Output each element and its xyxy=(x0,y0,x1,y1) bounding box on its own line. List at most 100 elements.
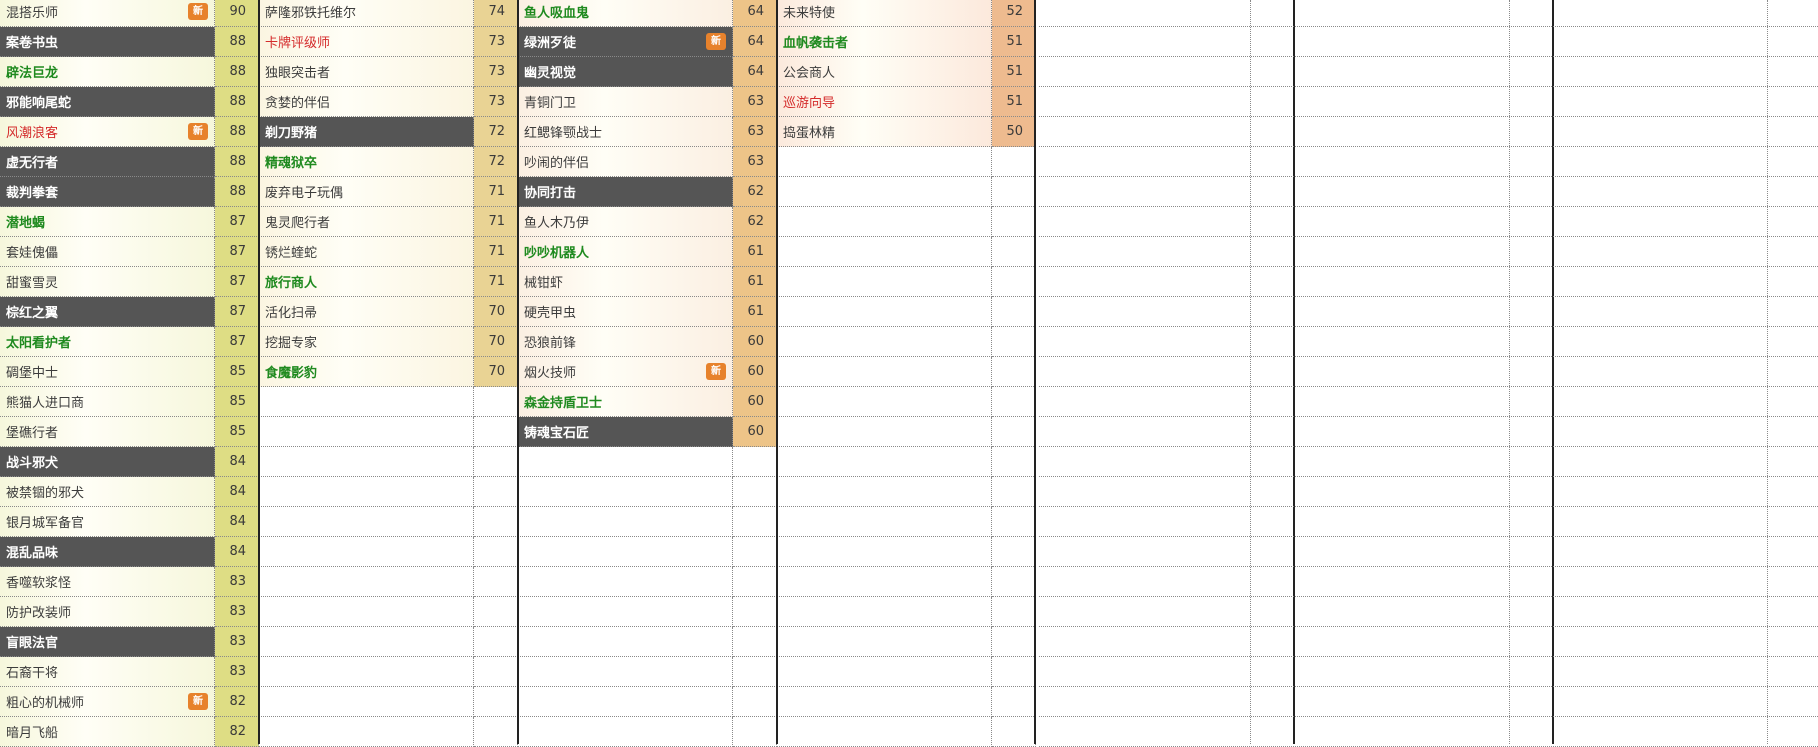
card-name-cell[interactable]: 剃刀野猪 xyxy=(259,117,474,147)
card-name-cell[interactable]: 吵吵机器人 xyxy=(518,237,733,267)
card-score-cell[interactable]: 70 xyxy=(474,297,518,327)
card-name-cell[interactable]: 邪能响尾蛇 xyxy=(0,87,215,117)
empty-cell[interactable] xyxy=(474,537,518,567)
empty-cell[interactable] xyxy=(992,417,1036,447)
empty-cell[interactable] xyxy=(992,177,1036,207)
card-score-cell[interactable]: 87 xyxy=(215,207,259,237)
card-score-cell[interactable]: 87 xyxy=(215,297,259,327)
empty-cell[interactable] xyxy=(733,537,777,567)
empty-cell[interactable] xyxy=(733,597,777,627)
empty-cell[interactable] xyxy=(777,207,992,237)
card-name-cell[interactable]: 旅行商人 xyxy=(259,267,474,297)
card-score-cell[interactable]: 84 xyxy=(215,507,259,537)
card-name-cell[interactable]: 裁判拳套 xyxy=(0,177,215,207)
card-score-cell[interactable]: 85 xyxy=(215,417,259,447)
empty-cell[interactable] xyxy=(259,567,474,597)
card-name-cell[interactable]: 香噬软浆怪 xyxy=(0,567,215,597)
card-name-cell[interactable]: 精魂狱卒 xyxy=(259,147,474,177)
card-score-cell[interactable]: 83 xyxy=(215,657,259,687)
card-name-cell[interactable]: 血帆袭击者 xyxy=(777,27,992,57)
card-score-cell[interactable]: 51 xyxy=(992,57,1036,87)
card-name-cell[interactable]: 捣蛋林精 xyxy=(777,117,992,147)
empty-cell[interactable] xyxy=(733,567,777,597)
card-score-cell[interactable]: 70 xyxy=(474,357,518,387)
empty-cell[interactable] xyxy=(777,177,992,207)
empty-cell[interactable] xyxy=(992,597,1036,627)
card-score-cell[interactable]: 60 xyxy=(733,387,777,417)
card-name-cell[interactable]: 暗月飞船 xyxy=(0,717,215,747)
card-name-cell[interactable]: 风潮浪客 新 xyxy=(0,117,215,147)
card-score-cell[interactable]: 82 xyxy=(215,717,259,747)
card-name-cell[interactable]: 绿洲歹徒 新 xyxy=(518,27,733,57)
empty-cell[interactable] xyxy=(777,507,992,537)
card-name-cell[interactable]: 恐狼前锋 xyxy=(518,327,733,357)
card-name-cell[interactable]: 森金持盾卫士 xyxy=(518,387,733,417)
card-score-cell[interactable]: 74 xyxy=(474,0,518,27)
card-score-cell[interactable]: 63 xyxy=(733,117,777,147)
card-score-cell[interactable]: 87 xyxy=(215,237,259,267)
card-score-cell[interactable]: 88 xyxy=(215,87,259,117)
empty-cell[interactable] xyxy=(733,477,777,507)
card-score-cell[interactable]: 83 xyxy=(215,567,259,597)
empty-cell[interactable] xyxy=(777,597,992,627)
card-name-cell[interactable]: 械钳虾 xyxy=(518,267,733,297)
card-score-cell[interactable]: 71 xyxy=(474,267,518,297)
card-name-cell[interactable]: 萨隆邪铁托维尔 xyxy=(259,0,474,27)
card-score-cell[interactable]: 61 xyxy=(733,237,777,267)
empty-cell[interactable] xyxy=(777,327,992,357)
card-score-cell[interactable]: 63 xyxy=(733,147,777,177)
card-score-cell[interactable]: 52 xyxy=(992,0,1036,27)
empty-cell[interactable] xyxy=(259,537,474,567)
empty-cell[interactable] xyxy=(474,477,518,507)
card-name-cell[interactable]: 混乱品味 xyxy=(0,537,215,567)
empty-cell[interactable] xyxy=(777,477,992,507)
card-name-cell[interactable]: 锈烂蝰蛇 xyxy=(259,237,474,267)
card-name-cell[interactable]: 烟火技师 新 xyxy=(518,357,733,387)
empty-cell[interactable] xyxy=(777,297,992,327)
empty-cell[interactable] xyxy=(992,507,1036,537)
card-name-cell[interactable]: 铸魂宝石匠 xyxy=(518,417,733,447)
empty-cell[interactable] xyxy=(777,357,992,387)
empty-cell[interactable] xyxy=(777,627,992,657)
empty-cell[interactable] xyxy=(992,237,1036,267)
empty-cell[interactable] xyxy=(518,477,733,507)
card-name-cell[interactable]: 公会商人 xyxy=(777,57,992,87)
card-name-cell[interactable]: 混搭乐师 新 xyxy=(0,0,215,27)
card-score-cell[interactable]: 82 xyxy=(215,687,259,717)
card-name-cell[interactable]: 红鳃锋颚战士 xyxy=(518,117,733,147)
empty-cell[interactable] xyxy=(518,597,733,627)
card-score-cell[interactable]: 60 xyxy=(733,327,777,357)
empty-cell[interactable] xyxy=(992,567,1036,597)
card-name-cell[interactable]: 套娃傀儡 xyxy=(0,237,215,267)
empty-cell[interactable] xyxy=(992,447,1036,477)
card-score-cell[interactable]: 51 xyxy=(992,27,1036,57)
empty-cell[interactable] xyxy=(518,717,733,747)
card-name-cell[interactable]: 银月城军备官 xyxy=(0,507,215,537)
card-score-cell[interactable]: 61 xyxy=(733,297,777,327)
empty-cell[interactable] xyxy=(518,537,733,567)
empty-cell[interactable] xyxy=(777,267,992,297)
empty-cell[interactable] xyxy=(474,417,518,447)
card-score-cell[interactable]: 87 xyxy=(215,267,259,297)
empty-cell[interactable] xyxy=(777,147,992,177)
card-name-cell[interactable]: 辟法巨龙 xyxy=(0,57,215,87)
card-score-cell[interactable]: 83 xyxy=(215,597,259,627)
empty-cell[interactable] xyxy=(992,387,1036,417)
empty-cell[interactable] xyxy=(518,657,733,687)
empty-cell[interactable] xyxy=(992,297,1036,327)
empty-cell[interactable] xyxy=(777,717,992,747)
empty-cell[interactable] xyxy=(259,627,474,657)
empty-cell[interactable] xyxy=(259,507,474,537)
empty-cell[interactable] xyxy=(777,237,992,267)
card-score-cell[interactable]: 73 xyxy=(474,27,518,57)
card-score-cell[interactable]: 63 xyxy=(733,87,777,117)
empty-cell[interactable] xyxy=(992,477,1036,507)
empty-cell[interactable] xyxy=(777,387,992,417)
empty-cell[interactable] xyxy=(474,597,518,627)
card-score-cell[interactable]: 71 xyxy=(474,177,518,207)
empty-cell[interactable] xyxy=(992,267,1036,297)
card-score-cell[interactable]: 88 xyxy=(215,27,259,57)
card-name-cell[interactable]: 甜蜜雪灵 xyxy=(0,267,215,297)
card-name-cell[interactable]: 巡游向导 xyxy=(777,87,992,117)
empty-cell[interactable] xyxy=(474,507,518,537)
